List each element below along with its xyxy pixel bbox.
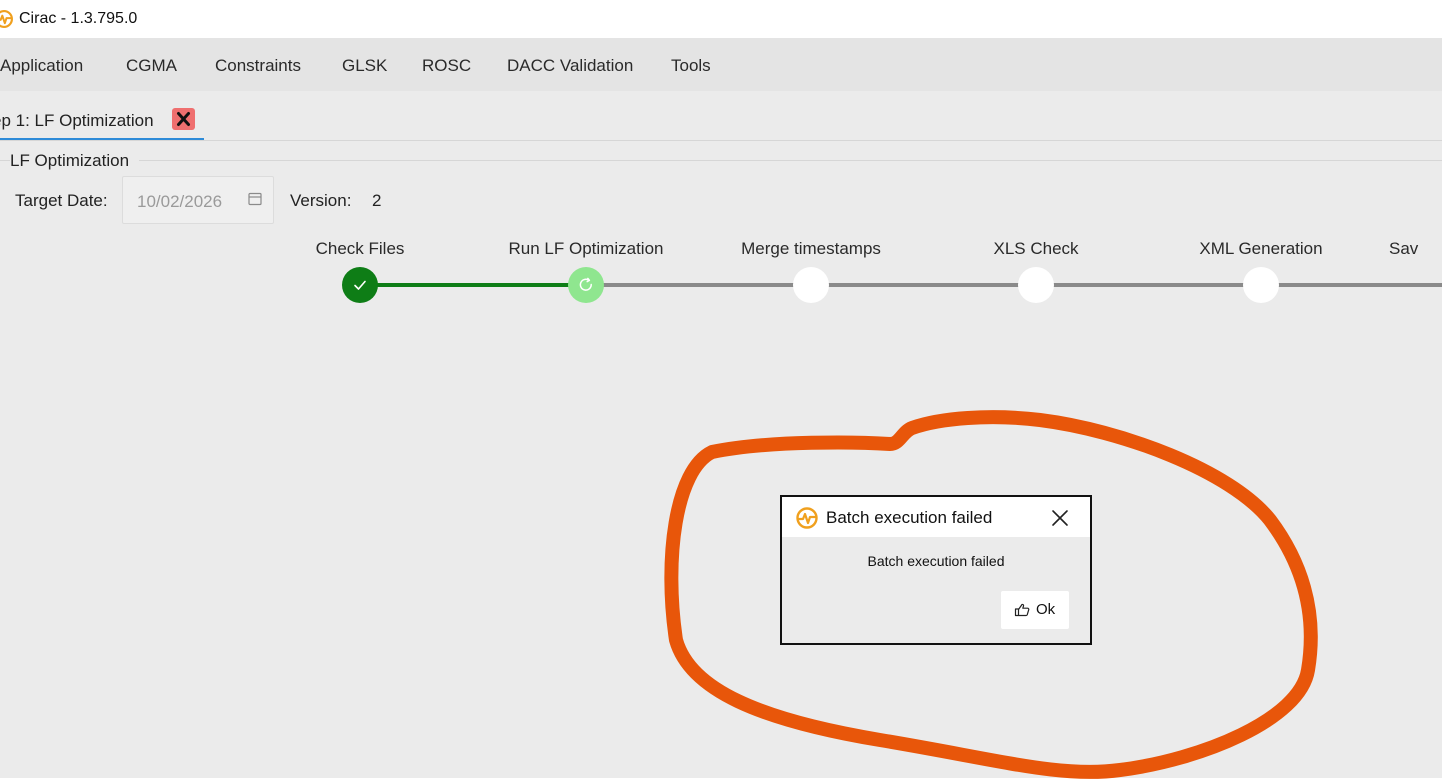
menu-constraints[interactable]: Constraints bbox=[215, 56, 301, 76]
step-label-xls-check: XLS Check bbox=[993, 239, 1079, 258]
tab-strip-divider bbox=[0, 140, 1442, 141]
version-label: Version: bbox=[290, 191, 352, 210]
menu-tools[interactable]: Tools bbox=[671, 56, 711, 76]
refresh-icon bbox=[579, 277, 592, 291]
step-label-check-files: Check Files bbox=[315, 239, 405, 258]
step-label-save: Sav bbox=[1389, 239, 1419, 258]
ok-button-label: Ok bbox=[1036, 601, 1056, 618]
step-node-xml-generation[interactable] bbox=[1243, 267, 1279, 303]
checkmark-icon bbox=[354, 280, 366, 290]
dialog-title: Batch execution failed bbox=[826, 508, 993, 527]
close-icon[interactable] bbox=[1050, 508, 1070, 528]
target-date-value: 10/02/2026 bbox=[137, 192, 223, 211]
section-title: LF Optimization bbox=[10, 151, 140, 171]
window-bottom-edge bbox=[0, 778, 1442, 784]
cirac-logo-icon bbox=[796, 507, 818, 529]
step-node-check-files[interactable] bbox=[342, 267, 378, 303]
thumbs-up-icon bbox=[1014, 603, 1030, 617]
step-node-run-lf-optimization[interactable] bbox=[568, 267, 604, 303]
menu-dacc-validation[interactable]: DACC Validation bbox=[507, 56, 633, 76]
step-node-merge-timestamps[interactable] bbox=[793, 267, 829, 303]
dialog-header: Batch execution failed bbox=[782, 497, 1090, 537]
error-dialog: Batch execution failed Batch execution f… bbox=[780, 495, 1092, 645]
step-label-run-lf-optimization: Run LF Optimization bbox=[508, 239, 664, 258]
section-divider bbox=[0, 160, 1442, 161]
cirac-logo-icon bbox=[0, 10, 13, 28]
target-date-picker[interactable]: 10/02/2026 bbox=[122, 176, 274, 224]
step-label-merge-timestamps: Merge timestamps bbox=[741, 239, 881, 258]
main-content: ep 1: LF Optimization LF Optimization Ta… bbox=[0, 91, 1442, 778]
calendar-icon[interactable] bbox=[248, 192, 262, 206]
menu-rosc[interactable]: ROSC bbox=[422, 56, 471, 76]
menu-cgma[interactable]: CGMA bbox=[126, 56, 177, 76]
step-node-xls-check[interactable] bbox=[1018, 267, 1054, 303]
dialog-message: Batch execution failed bbox=[867, 553, 1005, 569]
step-connector-done bbox=[360, 283, 586, 287]
step-connector-pending bbox=[586, 283, 1442, 287]
version-value: 2 bbox=[372, 191, 382, 210]
close-tab-button[interactable] bbox=[172, 108, 195, 130]
step-label-xml-generation: XML Generation bbox=[1199, 239, 1323, 258]
ok-button[interactable]: Ok bbox=[1001, 591, 1069, 629]
window-title: Cirac - 1.3.795.0 bbox=[19, 10, 138, 27]
menu-application[interactable]: Application bbox=[0, 56, 83, 76]
menu-glsk[interactable]: GLSK bbox=[342, 56, 387, 76]
close-x-icon bbox=[177, 112, 190, 126]
tab-label: ep 1: LF Optimization bbox=[0, 111, 154, 130]
tab-active-indicator bbox=[0, 138, 204, 140]
tab-lf-optimization[interactable]: ep 1: LF Optimization bbox=[0, 91, 204, 140]
title-bar: Cirac - 1.3.795.0 bbox=[0, 0, 1442, 38]
target-date-label: Target Date: bbox=[15, 191, 108, 210]
menu-bar: Application CGMA Constraints GLSK ROSC D… bbox=[0, 38, 1442, 91]
